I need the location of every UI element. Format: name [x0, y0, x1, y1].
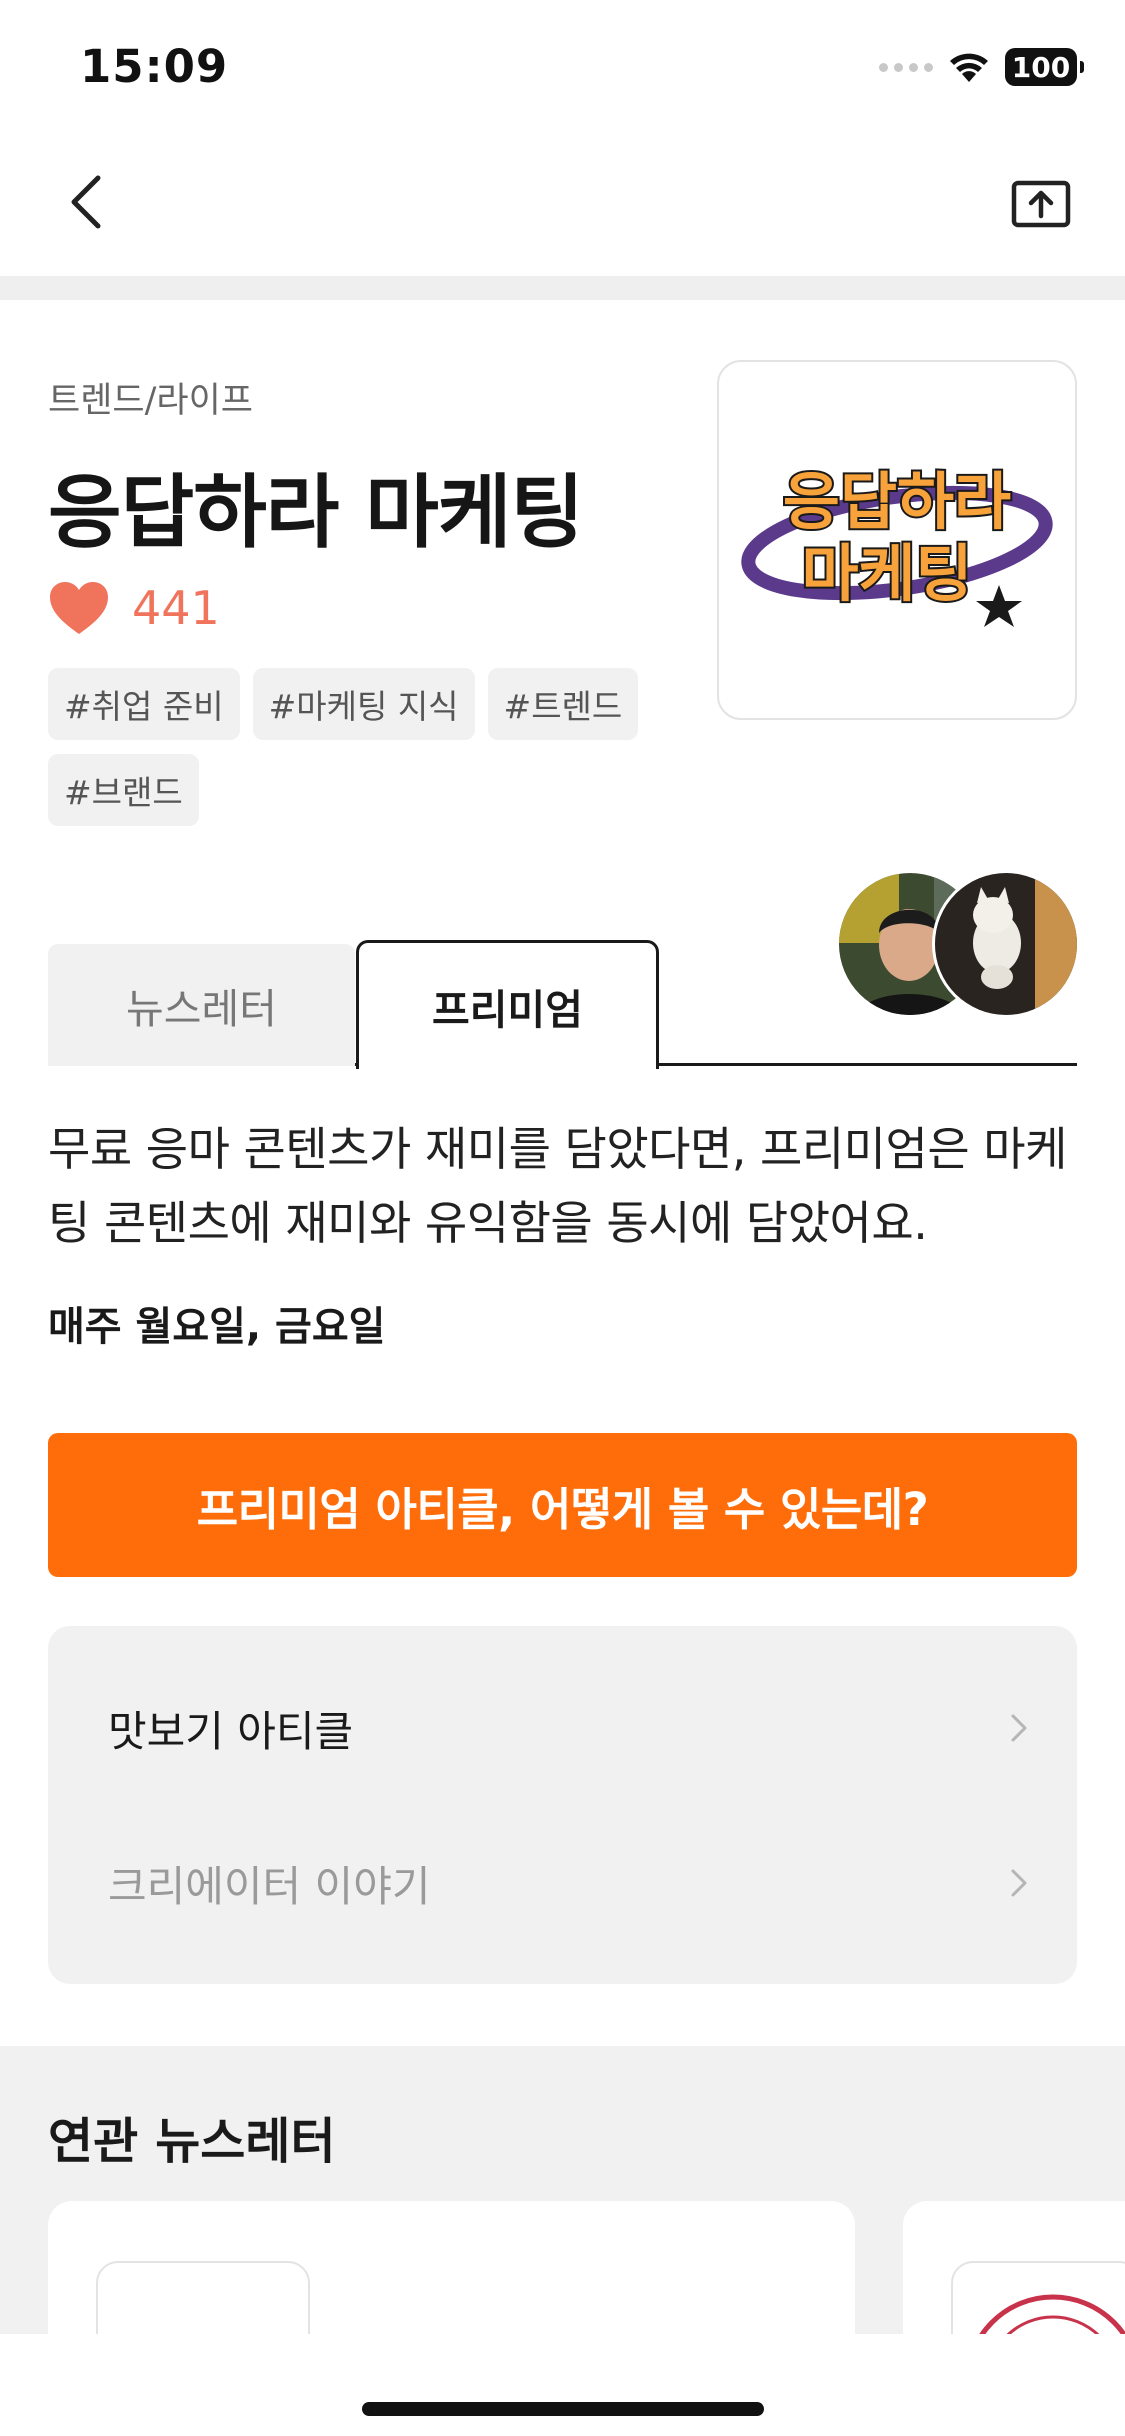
- publish-schedule: 매주 월요일, 금요일: [48, 1304, 386, 1350]
- tag-chip[interactable]: #브랜드: [48, 754, 199, 826]
- avatar: [932, 870, 1080, 1018]
- back-button[interactable]: [58, 170, 114, 234]
- svg-text:응답하라: 응답하라: [783, 465, 1011, 538]
- section-divider: [0, 276, 1125, 300]
- home-indicator[interactable]: [362, 2402, 764, 2416]
- chevron-right-icon: [1010, 1713, 1028, 1743]
- creator-avatars[interactable]: [836, 870, 1080, 1018]
- menu-item-creator-story[interactable]: 크리에이터 이야기: [108, 1833, 1028, 1933]
- status-bar: 15:09 100: [0, 0, 1125, 140]
- menu-item-sample-articles[interactable]: 맛보기 아티클: [108, 1678, 1028, 1778]
- newsletter-detail-page: 15:09 100 트렌드/라이프 응답하라 마케팅 441 #취업 준비 #마…: [0, 0, 1125, 2436]
- tab-newsletter[interactable]: 뉴스레터: [48, 944, 355, 1066]
- battery-indicator: 100: [1005, 48, 1084, 86]
- related-section-title: 연관 뉴스레터: [48, 2113, 336, 2170]
- share-upload-icon: [1011, 180, 1071, 228]
- wifi-icon: [947, 50, 991, 84]
- svg-text:마케팅: 마케팅: [801, 537, 972, 610]
- home-indicator-area: [0, 2334, 1125, 2436]
- heart-icon[interactable]: [48, 580, 110, 636]
- tag-chip[interactable]: #취업 준비: [48, 668, 240, 740]
- tag-chip[interactable]: #마케팅 지식: [252, 668, 475, 740]
- chevron-right-icon: [1010, 1868, 1028, 1898]
- share-button[interactable]: [1009, 176, 1073, 232]
- like-row[interactable]: 441: [48, 580, 220, 636]
- newsletter-description: 무료 응마 콘텐츠가 재미를 담았다면, 프리미엄은 마케팅 콘텐츠에 재미와 …: [48, 1122, 1067, 1250]
- menu-card: 맛보기 아티클 크리에이터 이야기: [48, 1626, 1077, 1984]
- status-icons: 100: [879, 48, 1084, 86]
- tab-premium[interactable]: 프리미엄: [356, 940, 659, 1069]
- menu-item-label: 맛보기 아티클: [108, 1706, 354, 1756]
- newsletter-title: 응답하라 마케팅: [48, 466, 584, 559]
- nav-bar: [0, 140, 1125, 276]
- newsletter-logo: 응답하라 마케팅: [741, 463, 1053, 627]
- chevron-left-icon: [71, 175, 101, 229]
- menu-item-label: 크리에이터 이야기: [108, 1861, 431, 1911]
- tag-chip[interactable]: #트렌드: [487, 668, 639, 740]
- like-count: 441: [132, 581, 220, 635]
- premium-info-button[interactable]: 프리미엄 아티클, 어떻게 볼 수 있는데?: [48, 1433, 1077, 1577]
- newsletter-logo-thumbnail: 응답하라 마케팅: [717, 360, 1077, 720]
- tag-list: #취업 준비 #마케팅 지식 #트렌드 #브랜드: [48, 668, 668, 826]
- category-label: 트렌드/라이프: [48, 381, 253, 421]
- status-time: 15:09: [80, 40, 229, 93]
- cellular-signal-icon: [879, 62, 933, 72]
